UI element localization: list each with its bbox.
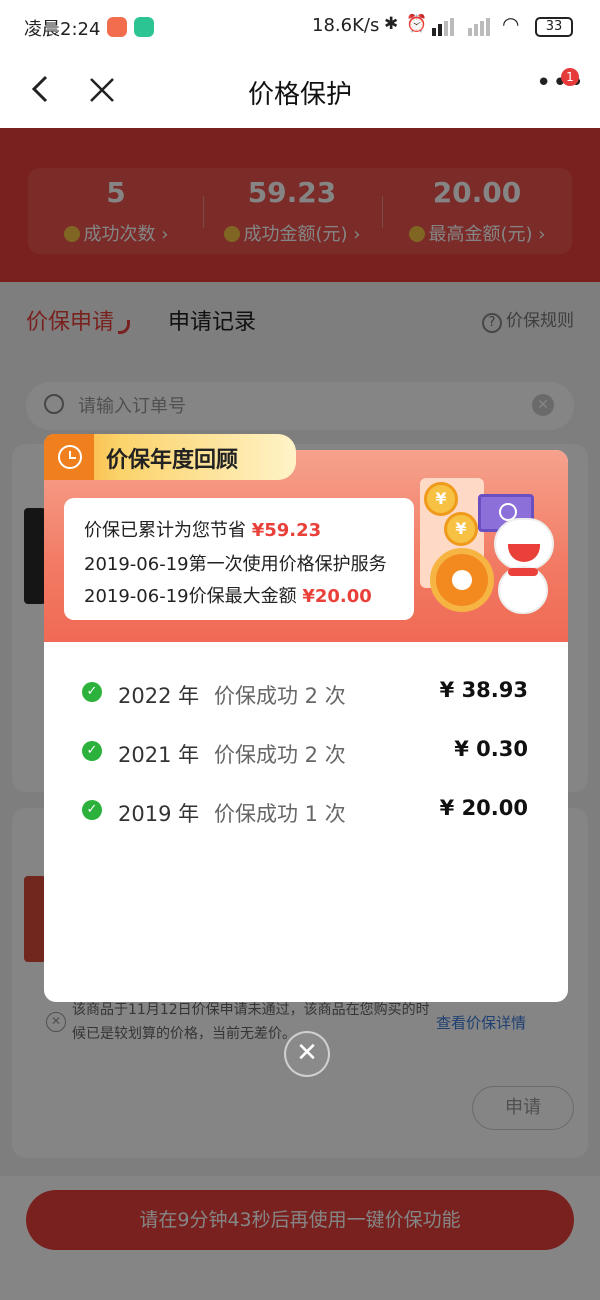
- notification-badge: 1: [561, 68, 579, 86]
- saved-prefix: 价保已累计为您节省: [84, 520, 246, 541]
- signal-icon: [468, 18, 496, 36]
- first-use-text: 2019-06-19第一次使用价格保护服务: [84, 554, 387, 575]
- row-text: 价保成功 2 次: [214, 743, 346, 767]
- mascot-dog-icon: [474, 508, 566, 618]
- wifi-icon: ◠: [502, 12, 520, 36]
- row-year: 2022 年: [118, 684, 200, 708]
- history-icon: [58, 445, 82, 469]
- coin-icon: ¥: [444, 512, 478, 546]
- check-icon: ✓: [82, 682, 102, 702]
- row-year: 2019 年: [118, 802, 200, 826]
- battery-indicator: 33: [535, 17, 573, 37]
- max-amount: ¥20.00: [302, 586, 372, 607]
- app-notification-icon: [134, 17, 154, 37]
- close-icon[interactable]: ✕: [284, 1031, 330, 1077]
- row-year: 2021 年: [118, 743, 200, 767]
- max-prefix: 2019-06-19价保最大金额: [84, 586, 297, 607]
- row-text: 价保成功 1 次: [214, 802, 346, 826]
- row-text: 价保成功 2 次: [214, 684, 346, 708]
- row-amount: ¥ 0.30: [454, 737, 528, 761]
- row-amount: ¥ 38.93: [439, 678, 528, 702]
- status-time: 凌晨2:24: [24, 19, 101, 40]
- network-speed: 18.6K/s: [312, 15, 380, 36]
- alarm-icon: ⏰: [406, 14, 428, 34]
- app-notification-icon: [107, 17, 127, 37]
- saved-total: 价保已累计为您节省 ¥59.23: [84, 516, 321, 542]
- modal-title: 价保年度回顾: [106, 448, 239, 473]
- bluetooth-icon: ✱: [384, 14, 399, 34]
- max-amount-line: 2019-06-19价保最大金额 ¥20.00: [84, 582, 372, 608]
- row-amount: ¥ 20.00: [439, 796, 528, 820]
- coin-icon: ¥: [424, 482, 458, 516]
- check-icon: ✓: [82, 800, 102, 820]
- saved-amount: ¥59.23: [251, 520, 322, 541]
- page-title: 价格保护: [247, 80, 352, 110]
- nav-bar: 价格保护 ••• 1: [0, 56, 600, 128]
- check-icon: ✓: [82, 741, 102, 761]
- signal-icon: [432, 18, 462, 36]
